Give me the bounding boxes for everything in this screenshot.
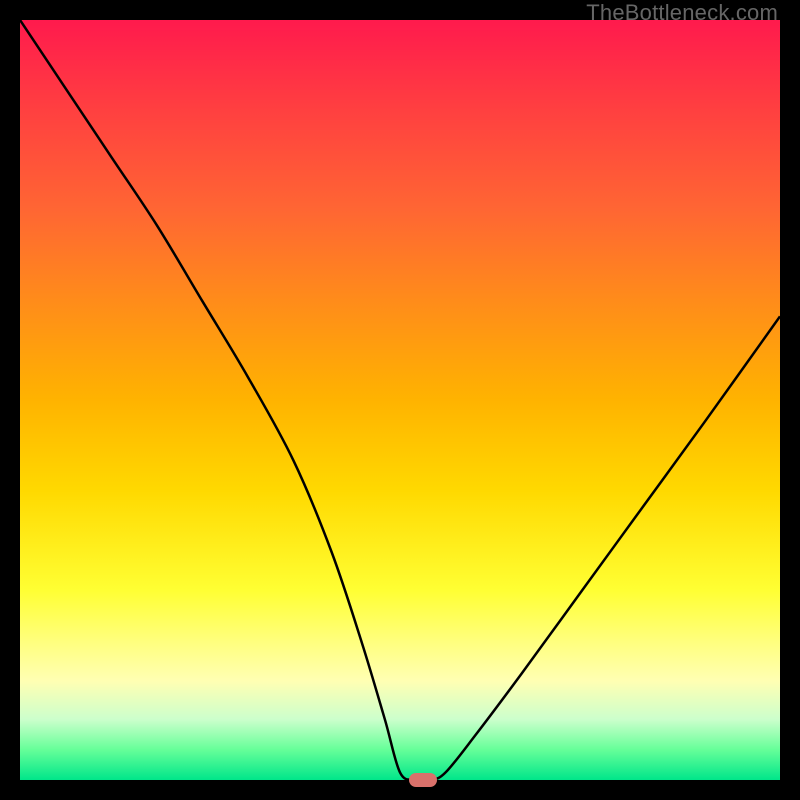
chart-frame: TheBottleneck.com xyxy=(0,0,800,800)
optimal-marker xyxy=(409,773,437,787)
plot-area xyxy=(20,20,780,780)
watermark-text: TheBottleneck.com xyxy=(586,0,778,26)
